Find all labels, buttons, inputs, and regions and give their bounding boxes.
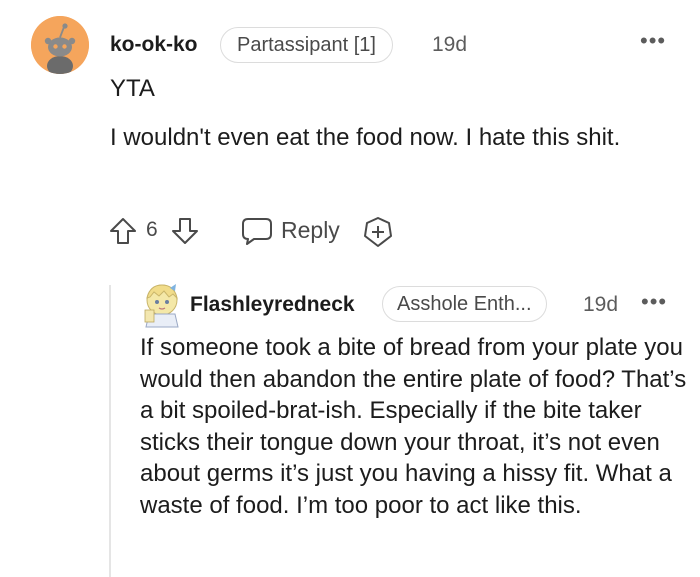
reply-more-options-icon[interactable]: ••• [641,291,667,313]
avatar-main-icon[interactable] [31,16,89,74]
thread-line[interactable] [109,285,111,577]
reply-user-flair: Asshole Enth... [382,286,547,322]
award-plus-icon[interactable] [362,216,394,253]
comment-body: I wouldn't even eat the food now. I hate… [110,124,621,151]
downvote-arrow-icon[interactable] [170,216,200,251]
reply-body: If someone took a bite of bread from you… [140,334,687,519]
speech-bubble-icon[interactable] [240,216,274,251]
comment-username[interactable]: ko-ok-ko [110,33,198,57]
comment-action-bar: 6 Reply [108,212,428,248]
comment-timestamp: 19d [432,33,468,56]
comment-verdict: YTA [110,75,155,102]
upvote-arrow-icon[interactable] [108,216,138,251]
more-options-icon[interactable]: ••• [640,30,666,52]
reply-button[interactable]: Reply [281,217,340,244]
reply-username[interactable]: Flashleyredneck [190,293,355,317]
reply-timestamp: 19d [583,293,619,316]
comment-user-flair: Partassipant [1] [220,27,393,63]
vote-count: 6 [146,218,158,241]
anime-avatar-icon[interactable] [140,280,184,328]
